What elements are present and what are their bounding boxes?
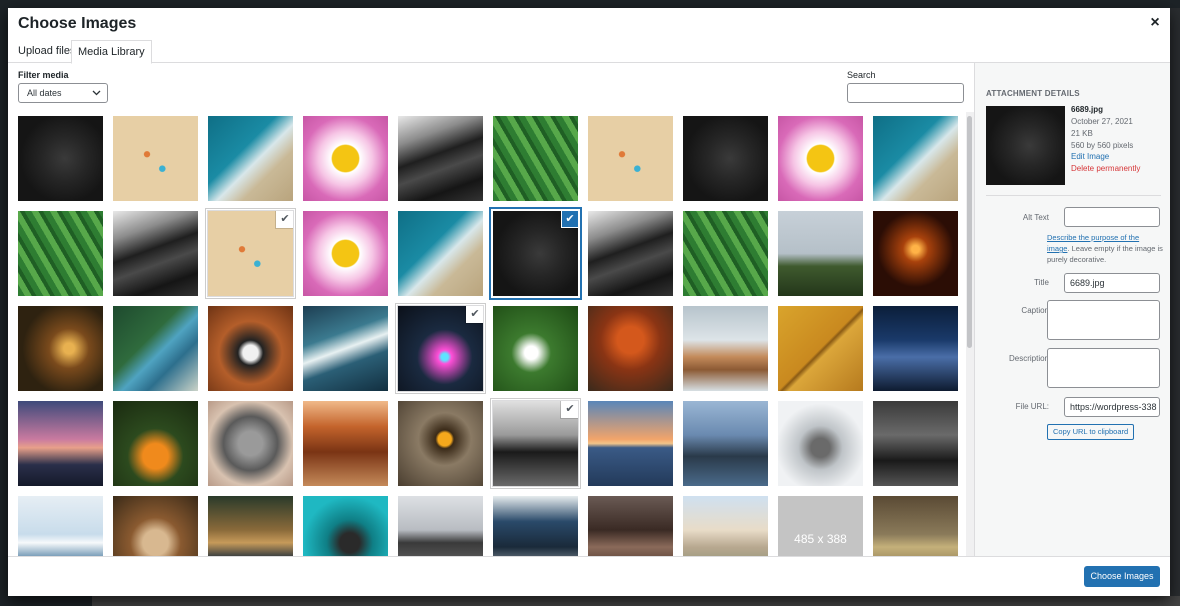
checkmark-icon[interactable]: ✔ xyxy=(277,211,293,227)
choose-images-button[interactable]: Choose Images xyxy=(1084,566,1160,587)
admin-footer xyxy=(0,596,1180,606)
admin-footer-menu xyxy=(0,596,92,606)
media-thumbnail[interactable] xyxy=(683,211,768,296)
media-thumbnail[interactable] xyxy=(778,306,863,391)
media-thumbnail[interactable] xyxy=(873,211,958,296)
media-thumbnail[interactable] xyxy=(208,401,293,486)
media-thumbnail[interactable] xyxy=(683,496,768,556)
tab-media-library[interactable]: Media Library xyxy=(71,40,152,64)
media-thumbnail[interactable] xyxy=(113,306,198,391)
media-thumbnail[interactable]: ✔ xyxy=(207,210,294,297)
media-thumbnail[interactable] xyxy=(18,116,103,201)
media-thumbnail[interactable] xyxy=(113,211,198,296)
alt-text-input[interactable] xyxy=(1064,207,1160,227)
description-label: Description xyxy=(1008,354,1049,363)
media-thumbnail[interactable] xyxy=(588,116,673,201)
filter-media-label: Filter media xyxy=(18,70,69,80)
media-thumbnail[interactable] xyxy=(588,496,673,556)
media-thumbnail[interactable] xyxy=(18,306,103,391)
media-thumbnail[interactable] xyxy=(873,116,958,201)
media-thumbnail[interactable] xyxy=(493,496,578,556)
close-icon[interactable]: × xyxy=(1140,8,1170,38)
media-thumbnail[interactable] xyxy=(588,306,673,391)
alt-text-label: Alt Text xyxy=(1022,213,1049,222)
grid-scrollbar-thumb[interactable] xyxy=(967,116,972,348)
media-thumbnail[interactable] xyxy=(18,401,103,486)
attachment-date: October 27, 2021 xyxy=(1071,117,1133,126)
search-input[interactable] xyxy=(847,83,964,103)
date-filter-select[interactable]: All dates xyxy=(18,83,108,103)
media-thumbnail[interactable] xyxy=(778,211,863,296)
media-thumbnail[interactable] xyxy=(873,401,958,486)
attachment-filename: 6689.jpg xyxy=(1071,105,1104,114)
media-thumbnail[interactable] xyxy=(873,496,958,556)
admin-sidebar xyxy=(0,8,8,606)
media-thumbnail[interactable] xyxy=(208,116,293,201)
alt-text-help: Describe the purpose of the image. Leave… xyxy=(1047,232,1163,265)
media-thumbnail[interactable] xyxy=(873,306,958,391)
media-thumbnail[interactable]: ✔ xyxy=(492,400,579,487)
caption-label: Caption xyxy=(1021,306,1049,315)
media-thumbnail[interactable]: ✔ xyxy=(493,211,578,296)
media-thumbnail[interactable] xyxy=(778,401,863,486)
admin-toolbar xyxy=(0,0,1180,8)
title-input[interactable]: 6689.jpg xyxy=(1064,273,1160,293)
caption-textarea[interactable] xyxy=(1047,300,1160,340)
attachment-details-heading: ATTACHMENT DETAILS xyxy=(986,89,1080,98)
checkmark-icon[interactable]: ✔ xyxy=(467,306,483,322)
media-thumbnail[interactable] xyxy=(113,401,198,486)
attachment-dimensions: 560 by 560 pixels xyxy=(1071,141,1134,150)
attachment-details: ATTACHMENT DETAILS 6689.jpg October 27, … xyxy=(974,63,1170,556)
description-textarea[interactable] xyxy=(1047,348,1160,388)
media-grid: ✔ ✔ ✔ ✔ 485 x 388 xyxy=(18,116,964,556)
modal-toolbar: Choose Images xyxy=(8,556,1170,596)
media-thumbnail[interactable] xyxy=(303,306,388,391)
media-thumbnail[interactable] xyxy=(493,116,578,201)
media-tabs: Upload files Media Library xyxy=(8,40,1170,64)
title-label: Title xyxy=(1034,278,1049,287)
delete-permanently-link[interactable]: Delete permanently xyxy=(1071,164,1140,173)
file-url-input[interactable]: https://wordpress-338 xyxy=(1064,397,1160,417)
media-thumbnail[interactable] xyxy=(113,116,198,201)
search-label: Search xyxy=(847,70,876,80)
media-thumbnail[interactable] xyxy=(588,401,673,486)
attachment-filesize: 21 KB xyxy=(1071,129,1093,138)
media-thumbnail[interactable] xyxy=(683,401,768,486)
media-thumbnail[interactable] xyxy=(778,116,863,201)
media-thumbnail[interactable] xyxy=(18,496,103,556)
date-filter-value: All dates xyxy=(27,88,62,98)
media-thumbnail[interactable]: 485 x 388 xyxy=(778,496,863,556)
placeholder-dimensions: 485 x 388 xyxy=(794,531,847,546)
media-thumbnail[interactable] xyxy=(398,496,483,556)
media-thumbnail[interactable] xyxy=(683,116,768,201)
media-thumbnail[interactable]: ✔ xyxy=(397,305,484,392)
chevron-down-icon xyxy=(92,84,101,108)
media-thumbnail[interactable] xyxy=(18,211,103,296)
attachment-preview xyxy=(986,106,1065,185)
media-thumbnail[interactable] xyxy=(398,211,483,296)
edit-image-link[interactable]: Edit Image xyxy=(1071,152,1109,161)
media-thumbnail[interactable] xyxy=(208,496,293,556)
media-modal: Choose Images × Upload files Media Libra… xyxy=(8,8,1170,596)
modal-title: Choose Images xyxy=(18,15,137,32)
copy-url-button[interactable]: Copy URL to clipboard xyxy=(1047,424,1135,440)
file-url-label: File URL: xyxy=(1015,402,1049,411)
media-thumbnail[interactable] xyxy=(398,401,483,486)
details-divider xyxy=(986,195,1161,196)
media-thumbnail[interactable] xyxy=(683,306,768,391)
media-thumbnail[interactable] xyxy=(208,306,293,391)
media-thumbnail[interactable] xyxy=(303,401,388,486)
media-thumbnail[interactable] xyxy=(303,496,388,556)
media-thumbnail[interactable] xyxy=(303,211,388,296)
media-thumbnail[interactable] xyxy=(398,116,483,201)
checkmark-icon[interactable]: ✔ xyxy=(562,401,578,417)
media-thumbnail[interactable] xyxy=(493,306,578,391)
media-thumbnail[interactable] xyxy=(113,496,198,556)
media-thumbnail[interactable] xyxy=(588,211,673,296)
media-thumbnail[interactable] xyxy=(303,116,388,201)
checkmark-icon[interactable]: ✔ xyxy=(562,211,578,227)
